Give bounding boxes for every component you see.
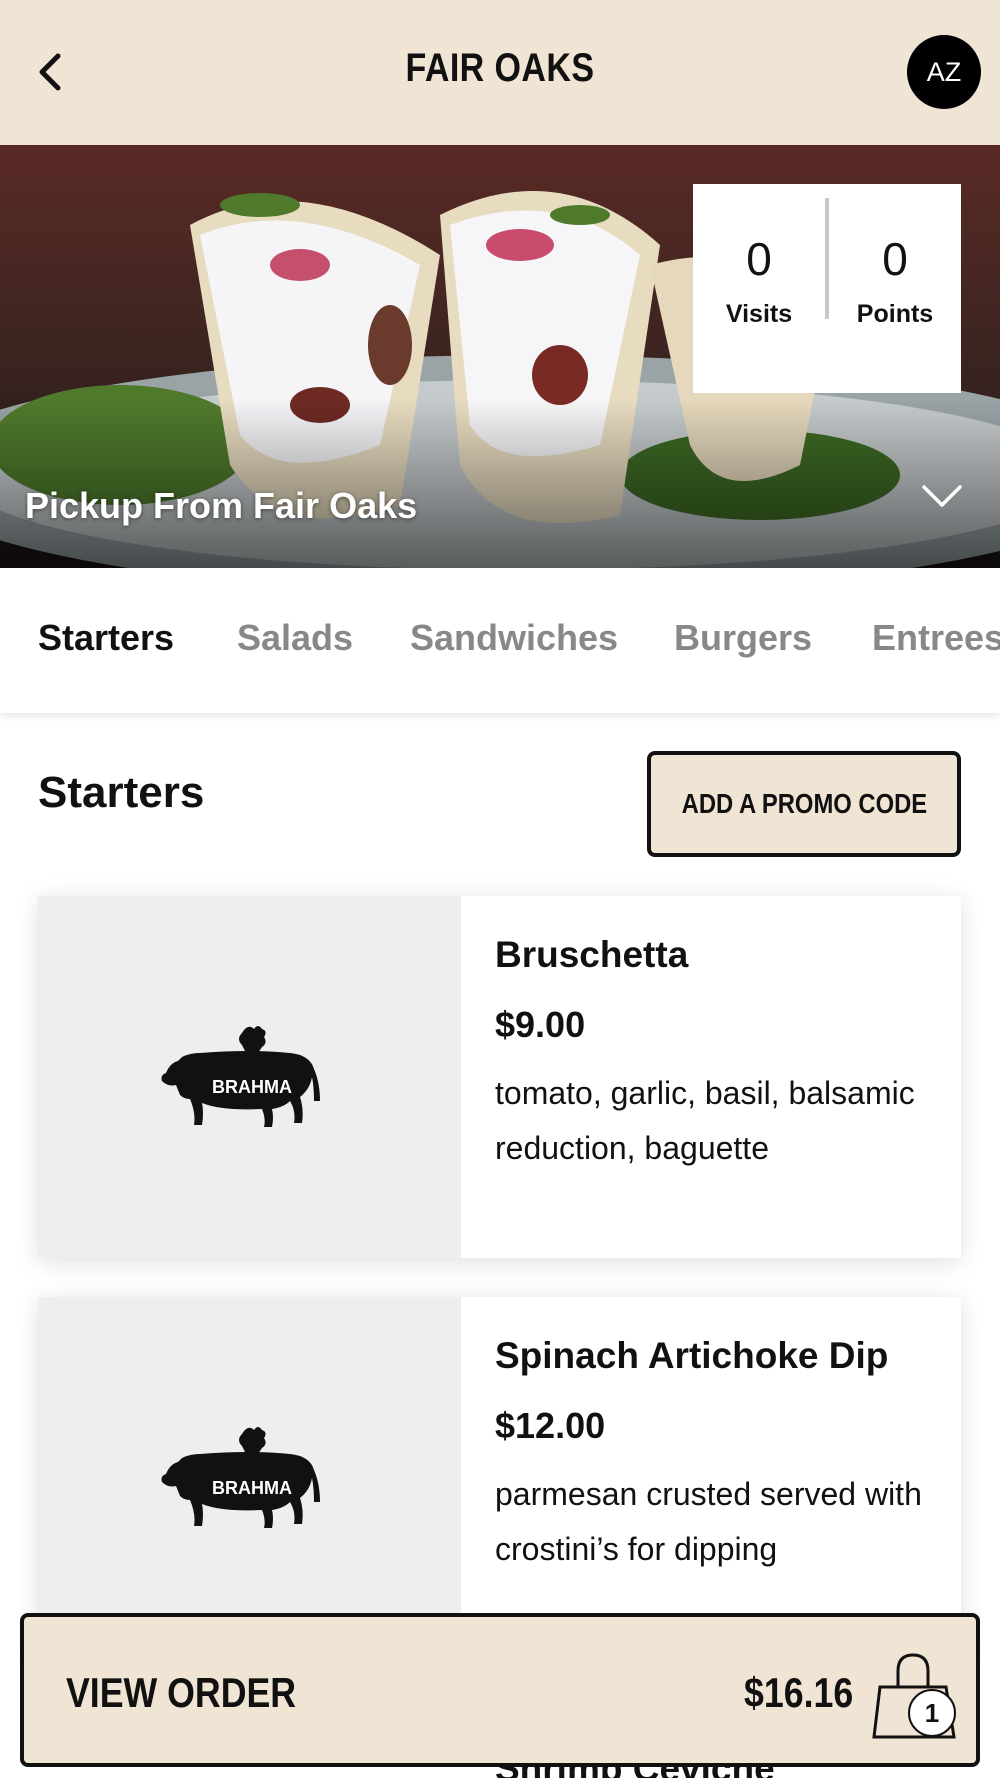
promo-button-label: ADD A PROMO CODE [681,788,927,819]
page-title: FAIR OAKS [405,46,595,90]
visits-stat: 0 Visits [693,184,825,393]
order-total: $16.16 [744,1669,854,1716]
item-description: parmesan crusted served with crostini’s … [495,1476,922,1567]
tab-salads[interactable]: Salads [237,617,353,659]
svg-text:BRAHMA: BRAHMA [212,1077,292,1097]
pickup-location[interactable]: Pickup From Fair Oaks [25,485,417,527]
brahma-logo: BRAHMA [161,1427,320,1528]
item-price: $12.00 [495,1405,606,1446]
menu-item-card[interactable]: BRAHMA Bruschetta $9.00 tomato, garlic, … [38,896,961,1258]
item-image: BRAHMA [38,896,461,1258]
tab-burgers[interactable]: Burgers [674,617,812,659]
item-details: Spinach Artichoke Dip $12.00 parmesan cr… [461,1297,961,1659]
item-name: Bruschetta [495,934,689,975]
item-price: $9.00 [495,1004,586,1045]
back-button[interactable] [28,44,74,100]
brahma-logo: BRAHMA [161,1026,320,1127]
visits-value: 0 [746,233,772,285]
loyalty-stats: 0 Visits 0 Points [693,184,961,393]
menu-item-card[interactable]: BRAHMA Spinach Artichoke Dip $12.00 parm… [38,1297,961,1659]
chevron-left-icon [39,53,61,91]
item-image: BRAHMA [38,1297,461,1659]
section-title: Starters [38,768,205,817]
view-order-label: VIEW ORDER [66,1669,297,1716]
item-description: tomato, garlic, basil, balsamic reductio… [495,1075,915,1166]
cart-count-badge: 1 [908,1689,956,1737]
tab-sandwiches[interactable]: Sandwiches [410,617,618,659]
avatar[interactable]: AZ [907,35,981,109]
svg-text:BRAHMA: BRAHMA [212,1478,292,1498]
tab-starters[interactable]: Starters [38,617,174,659]
points-label: Points [856,300,934,328]
points-stat: 0 Points [829,184,961,393]
chevron-down-icon[interactable] [920,475,964,519]
category-tabs: Starters Salads Sandwiches Burgers Entre… [0,568,1000,713]
item-details: Bruschetta $9.00 tomato, garlic, basil, … [461,896,961,1258]
view-order-button[interactable]: VIEW ORDER $16.16 1 [20,1613,980,1767]
item-name: Spinach Artichoke Dip [495,1335,889,1376]
add-promo-code-button[interactable]: ADD A PROMO CODE [647,751,961,857]
visits-label: Visits [725,300,793,328]
app-header: FAIR OAKS AZ [0,0,1000,145]
tab-entrees[interactable]: Entrees [872,617,1000,659]
hero-banner: 0 Visits 0 Points Pickup From Fair Oaks [0,145,1000,568]
points-value: 0 [882,233,908,285]
